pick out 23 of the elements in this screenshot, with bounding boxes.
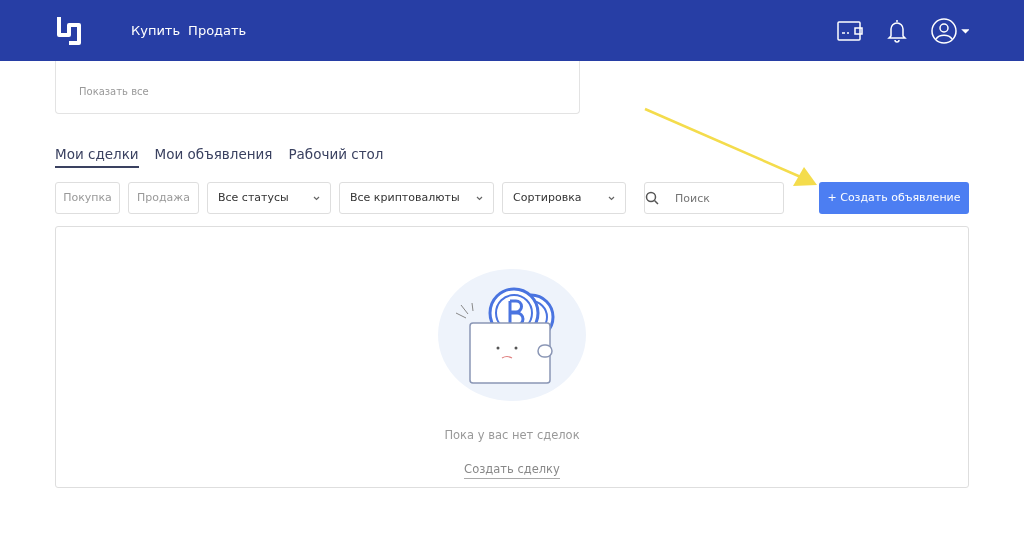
- tab[interactable]: Мои сделки: [55, 144, 139, 169]
- tab[interactable]: Рабочий стол: [288, 144, 384, 169]
- filter-dropdown[interactable]: Все криптовалюты: [339, 182, 494, 215]
- user-avatar-icon[interactable]: [931, 17, 969, 44]
- wallet-icon[interactable]: [837, 20, 863, 41]
- chevron-down-icon: [313, 195, 320, 201]
- create-listing-button[interactable]: + Создать объявление: [819, 182, 969, 215]
- nav-link-item[interactable]: Продать: [188, 20, 247, 41]
- dropdown-value: Все криптовалюты: [350, 190, 460, 206]
- logo-icon[interactable]: [55, 14, 83, 47]
- dropdown-value: Все статусы: [218, 190, 289, 206]
- bell-icon[interactable]: [887, 18, 907, 43]
- nav-link-item[interactable]: Купить: [131, 20, 181, 41]
- filter-dropdown[interactable]: Сортировка: [502, 182, 626, 215]
- chevron-down-icon: [608, 195, 615, 201]
- search-icon: [645, 191, 659, 206]
- dropdown-value: Сортировка: [513, 190, 582, 206]
- tab[interactable]: Мои объявления: [154, 144, 273, 169]
- chevron-down-icon: [476, 195, 483, 201]
- search-field[interactable]: Поиск: [644, 182, 784, 215]
- empty-message: Пока у вас нет сделок: [444, 427, 580, 445]
- filter-dropdown[interactable]: Все статусы: [207, 182, 331, 215]
- create-deal-link[interactable]: Создать сделку: [464, 460, 560, 479]
